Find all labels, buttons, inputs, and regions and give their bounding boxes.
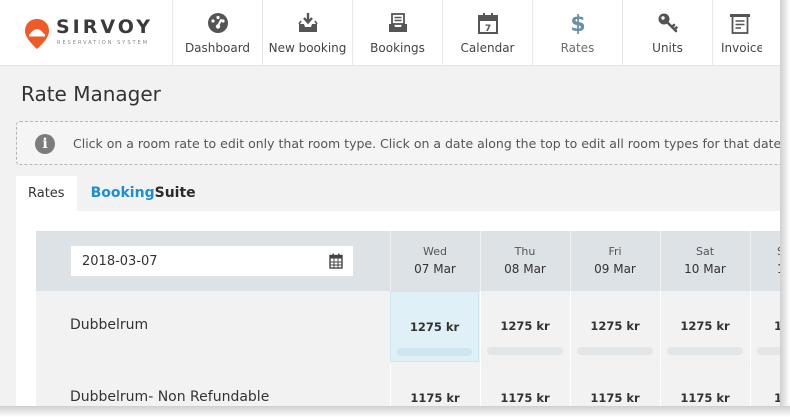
day-date: 08 Mar (504, 262, 546, 276)
screenshot-edge-shadow-bottom (0, 406, 790, 417)
rate-price: 1175 kr (680, 391, 730, 405)
day-name: Sat (695, 245, 715, 258)
invoice-icon (730, 14, 750, 34)
tab-bar: Rates BookingSuite (16, 176, 208, 211)
table-row: Dubbelrum 1275 kr 1275 kr 1275 kr 1275 k… (36, 291, 780, 363)
dashboard-gauge-icon (207, 13, 228, 33)
rate-price: 1275 kr (500, 319, 550, 333)
day-date: 07 Mar (414, 262, 456, 276)
rate-cell[interactable]: 1 (750, 363, 780, 406)
day-header[interactable]: S 1 (750, 231, 780, 291)
nav-bookings[interactable]: Bookings (352, 0, 442, 66)
rate-cell[interactable]: 1175 kr (660, 363, 749, 406)
rate-price: 1275 kr (680, 319, 730, 333)
rate-cell[interactable]: 1 (750, 291, 780, 362)
day-date: 10 Mar (684, 262, 726, 276)
rate-grid-header: 2018-03-07 Wed 07 Mar Thu 08 Mar Fri 09 … (36, 231, 780, 291)
info-text: Click on a room rate to edit only that r… (73, 136, 780, 151)
calendar-icon-day: 7 (484, 24, 490, 34)
nav-new-booking-label: New booking (268, 41, 347, 55)
svg-text:$: $ (570, 12, 585, 34)
day-name: Thu (514, 245, 536, 258)
availability-bar (397, 348, 472, 356)
rate-price: 1175 kr (410, 391, 460, 405)
tab-bookingsuite-part2: Suite (154, 185, 196, 201)
nav-dashboard[interactable]: Dashboard (172, 0, 262, 66)
main-nav: Dashboard New booking Bookings 7 Calenda… (172, 0, 762, 66)
calendar-icon: 7 (477, 13, 498, 34)
start-date-value: 2018-03-07 (82, 254, 158, 269)
availability-bar (487, 347, 563, 355)
info-notice: i Click on a room rate to edit only that… (16, 121, 780, 165)
page-title: Rate Manager (21, 82, 161, 106)
day-name: Wed (423, 245, 447, 258)
calendar-picker-icon[interactable] (329, 253, 343, 269)
rate-price: 1275 kr (409, 320, 460, 334)
nav-units-label: Units (652, 41, 683, 55)
day-header[interactable]: Sat 10 Mar (660, 231, 749, 291)
nav-new-booking[interactable]: New booking (262, 0, 352, 66)
rate-price: 1 (774, 391, 780, 405)
rate-cell[interactable]: 1275 kr (570, 291, 659, 362)
nav-bookings-label: Bookings (370, 41, 425, 55)
nav-rates[interactable]: $ Rates (532, 0, 622, 66)
rate-price: 1175 kr (500, 391, 550, 405)
room-type-name: Dubbelrum- Non Refundable (70, 389, 270, 405)
tab-bookingsuite[interactable]: BookingSuite (76, 176, 208, 211)
logo-tagline: RESERVATION SYSTEM (57, 40, 150, 46)
day-header[interactable]: Thu 08 Mar (480, 231, 569, 291)
rate-price: 1 (774, 319, 780, 333)
nav-invoice[interactable]: Invoice (712, 0, 762, 66)
inbox-download-icon (297, 13, 318, 32)
info-icon: i (35, 134, 55, 154)
nav-calendar[interactable]: 7 Calendar (442, 0, 532, 66)
nav-calendar-label: Calendar (460, 41, 515, 55)
table-row: Dubbelrum- Non Refundable 1175 kr 1175 k… (36, 363, 780, 406)
rate-price: 1275 kr (590, 319, 640, 333)
day-date: 09 Mar (594, 262, 636, 276)
rate-cell[interactable]: 1275 kr (390, 291, 479, 362)
nav-units[interactable]: Units (622, 0, 712, 66)
day-name: Fri (608, 245, 622, 258)
day-header[interactable]: Wed 07 Mar (390, 231, 479, 291)
room-type-name: Dubbelrum (70, 317, 149, 333)
rate-cell[interactable]: 1175 kr (390, 363, 479, 406)
availability-bar (577, 347, 653, 355)
key-icon (658, 13, 678, 33)
rate-price: 1175 kr (590, 391, 640, 405)
main-content: Rate Manager i Click on a room rate to e… (0, 66, 780, 406)
dollar-icon: $ (570, 12, 585, 34)
start-date-input[interactable]: 2018-03-07 (70, 245, 354, 277)
rate-cell[interactable]: 1175 kr (480, 363, 569, 406)
tab-bookingsuite-part1: Booking (90, 185, 155, 201)
screenshot-edge-shadow-right (780, 0, 790, 417)
day-header[interactable]: Fri 09 Mar (570, 231, 659, 291)
rates-panel: 2018-03-07 Wed 07 Mar Thu 08 Mar Fri 09 … (16, 211, 780, 406)
tab-rates[interactable]: Rates (16, 176, 77, 211)
rate-cell[interactable]: 1275 kr (480, 291, 569, 362)
sirvoy-logo[interactable]: SIRVOY RESERVATION SYSTEM (22, 16, 172, 52)
top-navigation-bar: SIRVOY RESERVATION SYSTEM Dashboard New … (0, 0, 780, 66)
nav-dashboard-label: Dashboard (184, 41, 251, 55)
nav-invoice-label: Invoice (721, 41, 762, 55)
location-pin-logo-icon (25, 19, 49, 49)
logo-wordmark: SIRVOY (56, 16, 153, 38)
availability-bar (757, 347, 780, 355)
nav-rates-label: Rates (560, 41, 595, 55)
bookings-tray-icon (388, 13, 407, 32)
rate-cell[interactable]: 1175 kr (570, 363, 659, 406)
availability-bar (667, 347, 743, 355)
rate-cell[interactable]: 1275 kr (660, 291, 749, 362)
